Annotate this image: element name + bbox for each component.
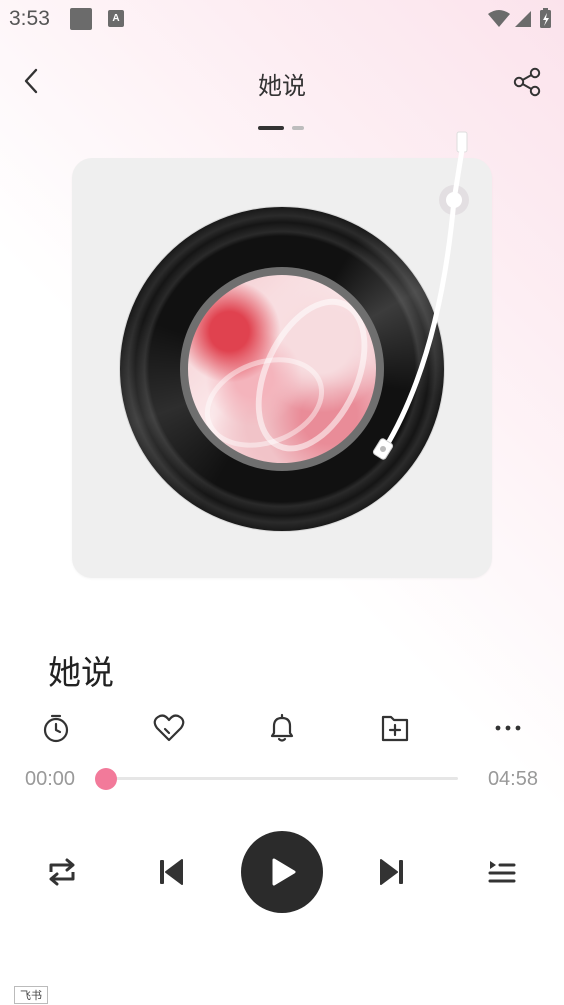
page-dot-inactive <box>292 126 304 130</box>
timer-button[interactable] <box>36 708 76 748</box>
progress-row: 00:00 04:58 <box>0 764 564 794</box>
skip-next-icon <box>380 859 403 885</box>
reminder-button[interactable] <box>262 708 302 748</box>
page-title: 她说 <box>258 72 306 100</box>
favorite-button[interactable] <box>149 708 189 748</box>
notification-icon <box>70 8 92 30</box>
status-time: 3:53 <box>9 7 50 30</box>
header: 她说 <box>0 56 564 108</box>
signal-icon <box>515 11 531 27</box>
skip-previous-icon <box>160 859 183 885</box>
previous-button[interactable] <box>151 852 191 892</box>
song-title: 她说 <box>48 653 114 692</box>
status-bar: 3:53 A <box>0 0 564 38</box>
page-dot-active <box>258 126 284 130</box>
playlist-icon <box>488 861 516 883</box>
more-button[interactable] <box>488 708 528 748</box>
progress-track[interactable] <box>95 768 458 790</box>
tonearm <box>372 131 469 460</box>
page-indicator <box>258 126 306 130</box>
progress-thumb[interactable] <box>95 768 117 790</box>
battery-icon <box>540 8 551 28</box>
app-notification-icon: A <box>108 10 124 27</box>
bell-icon <box>270 713 294 742</box>
feishu-tag: 飞书 <box>14 986 48 1004</box>
timer-icon <box>43 714 69 743</box>
more-icon <box>495 725 521 731</box>
next-button[interactable] <box>372 852 412 892</box>
status-icons <box>488 8 551 28</box>
playback-controls <box>0 830 564 914</box>
total-time: 04:58 <box>487 768 538 790</box>
play-button[interactable] <box>241 831 323 913</box>
repeat-button[interactable] <box>42 852 82 892</box>
share-button[interactable] <box>510 65 544 99</box>
play-icon <box>272 858 296 886</box>
current-time: 00:00 <box>25 768 76 790</box>
action-row <box>0 708 564 748</box>
playlist-button[interactable] <box>482 852 522 892</box>
wifi-icon <box>488 10 510 27</box>
album-art <box>188 275 376 463</box>
add-to-folder-button[interactable] <box>375 708 415 748</box>
repeat-icon <box>49 858 75 886</box>
share-icon <box>513 67 541 97</box>
add-folder-icon <box>381 715 409 742</box>
heart-icon <box>153 714 185 742</box>
